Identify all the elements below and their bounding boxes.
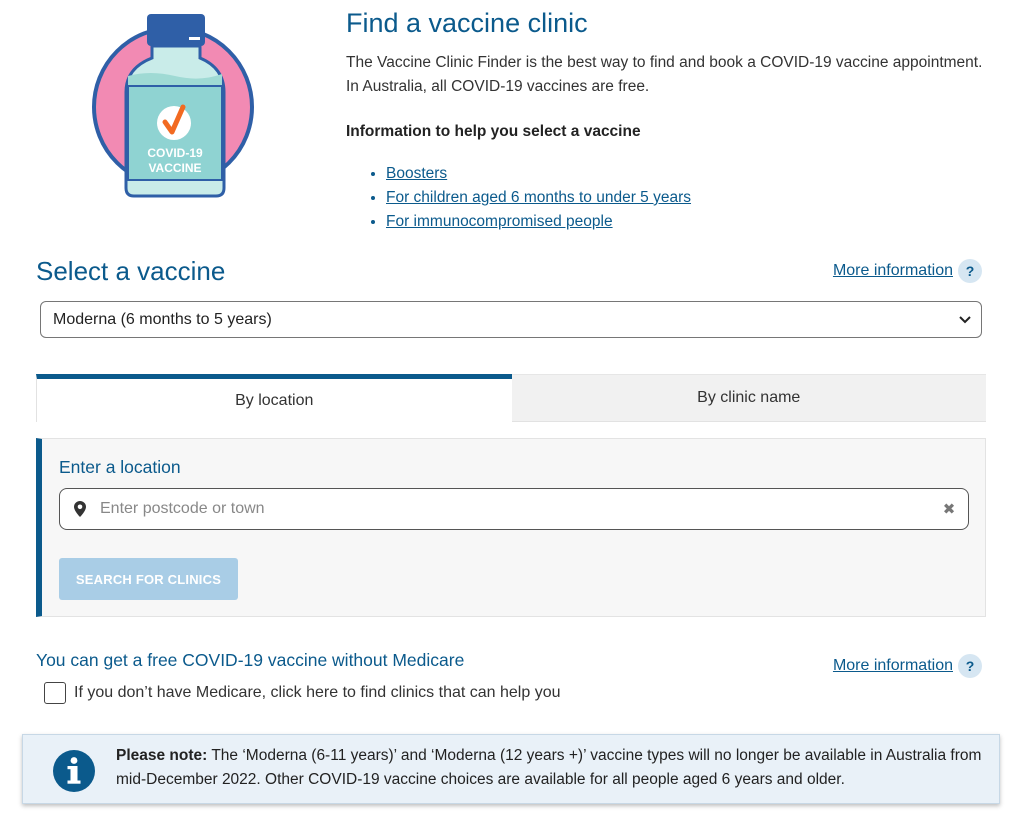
no-medicare-checkbox-row[interactable]: If you don’t have Medicare, click here t… xyxy=(44,682,560,704)
select-vaccine-heading: Select a vaccine xyxy=(36,256,226,286)
page-title: Find a vaccine clinic xyxy=(346,8,588,38)
medicare-more-information-link[interactable]: More information ? xyxy=(833,654,982,678)
vaccine-clinic-finder-page: COVID-19 VACCINE Find a vaccine clinic T… xyxy=(0,0,1018,831)
bottle-label-line2: VACCINE xyxy=(148,161,201,175)
more-information-label[interactable]: More information xyxy=(833,657,953,675)
boosters-link[interactable]: Boosters xyxy=(386,165,447,182)
chevron-down-icon xyxy=(959,315,971,323)
immunocompromised-link[interactable]: For immunocompromised people xyxy=(386,213,613,230)
location-search-panel: Enter a location ✖ SEARCH FOR CLINICS xyxy=(36,438,986,617)
medicare-heading: You can get a free COVID-19 vaccine with… xyxy=(36,650,465,670)
intro-paragraph: The Vaccine Clinic Finder is the best wa… xyxy=(346,54,983,95)
covid-vaccine-bottle-illustration: COVID-19 VACCINE xyxy=(92,14,254,198)
note-body: The ‘Moderna (6-11 years)’ and ‘Moderna … xyxy=(116,747,982,788)
note-text: Please note: The ‘Moderna (6-11 years)’ … xyxy=(116,744,986,792)
list-item: For immunocompromised people xyxy=(386,210,986,234)
children-6-months-link[interactable]: For children aged 6 months to under 5 ye… xyxy=(386,189,691,206)
search-for-clinics-button[interactable]: SEARCH FOR CLINICS xyxy=(59,558,238,600)
bottle-label-line1: COVID-19 xyxy=(147,146,203,160)
list-item: For children aged 6 months to under 5 ye… xyxy=(386,186,986,210)
more-information-link[interactable]: More information ? xyxy=(833,259,982,283)
no-medicare-checkbox[interactable] xyxy=(44,682,66,704)
please-note-banner: Please note: The ‘Moderna (6-11 years)’ … xyxy=(22,734,1000,804)
help-icon[interactable]: ? xyxy=(958,259,982,283)
vaccine-select[interactable]: Moderna (6 months to 5 years) xyxy=(40,301,982,338)
more-information-label[interactable]: More information xyxy=(833,262,953,280)
info-links-list: Boosters For children aged 6 months to u… xyxy=(346,162,986,234)
vaccine-select-value: Moderna (6 months to 5 years) xyxy=(53,310,272,328)
map-pin-icon xyxy=(64,501,96,517)
list-item: Boosters xyxy=(386,162,986,186)
hero-intro: Find a vaccine clinic The Vaccine Clinic… xyxy=(346,6,986,234)
search-mode-tabs: By location By clinic name xyxy=(36,374,986,422)
location-search-input[interactable] xyxy=(96,500,930,518)
no-medicare-checkbox-label[interactable]: If you don’t have Medicare, click here t… xyxy=(74,684,560,702)
enter-location-label: Enter a location xyxy=(59,457,181,477)
note-prefix: Please note: xyxy=(116,747,208,764)
help-icon[interactable]: ? xyxy=(958,654,982,678)
clear-icon[interactable]: ✖ xyxy=(930,500,968,518)
tab-by-location[interactable]: By location xyxy=(36,374,512,422)
info-icon xyxy=(53,750,95,792)
location-input-wrapper[interactable]: ✖ xyxy=(59,488,969,530)
info-heading: Information to help you select a vaccine xyxy=(346,123,641,140)
tab-by-clinic-name[interactable]: By clinic name xyxy=(511,374,986,422)
